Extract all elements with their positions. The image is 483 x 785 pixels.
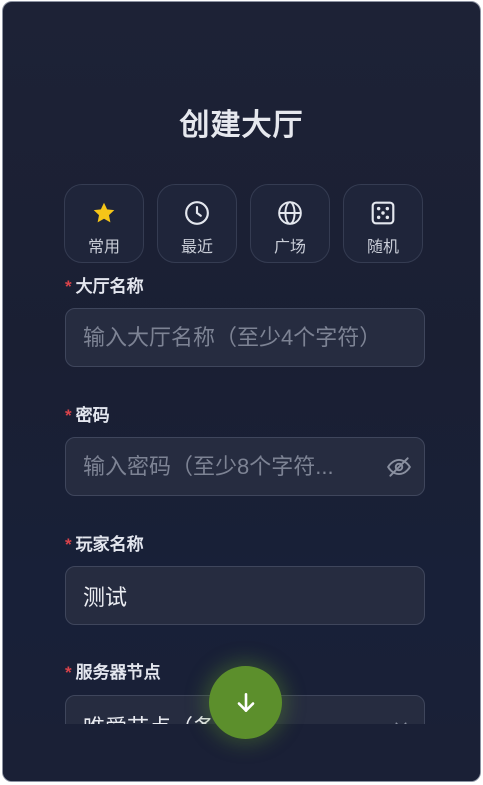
required-mark: * — [65, 406, 72, 425]
password-field[interactable] — [65, 437, 425, 496]
arrow-down-icon — [237, 692, 254, 712]
player-name-field[interactable] — [65, 566, 425, 625]
quick-option-recent[interactable]: 最近 — [157, 184, 237, 263]
quick-option-label: 广场 — [273, 239, 306, 256]
dice-icon — [371, 201, 395, 225]
create-lobby-card: 创建大厅 常用 最近 广场 随机 * 大厅名称 输入大厅名称（至少4个字符） *… — [2, 1, 481, 782]
lobby-name-field[interactable] — [65, 308, 425, 367]
lobby-name-input[interactable] — [83, 309, 383, 366]
password-label: * 密码 — [65, 401, 110, 426]
page-title: 创建大厅 — [179, 109, 304, 142]
globe-icon — [278, 201, 302, 225]
quick-option-label: 随机 — [366, 239, 399, 256]
player-name-label-text: 玩家名称 — [75, 535, 144, 554]
clock-icon — [185, 201, 209, 225]
quick-option-label: 最近 — [180, 239, 213, 256]
quick-option-favorites[interactable]: 常用 — [64, 184, 144, 263]
player-name-input[interactable] — [83, 567, 383, 624]
server-node-label: * 服务器节点 — [65, 658, 161, 683]
quick-option-label: 常用 — [87, 239, 120, 256]
required-mark: * — [65, 277, 72, 296]
player-name-label: * 玩家名称 — [65, 530, 144, 555]
lobby-name-label-text: 大厅名称 — [75, 277, 144, 296]
lobby-name-label: * 大厅名称 — [65, 272, 144, 297]
server-node-label-text: 服务器节点 — [75, 663, 161, 682]
scroll-down-button[interactable] — [209, 666, 282, 739]
required-mark: * — [65, 663, 72, 682]
password-input[interactable] — [83, 438, 373, 495]
required-mark: * — [65, 535, 72, 554]
star-icon — [93, 202, 115, 223]
quick-option-random[interactable]: 随机 — [343, 184, 423, 263]
quick-option-plaza[interactable]: 广场 — [250, 184, 330, 263]
password-label-text: 密码 — [75, 406, 110, 425]
eye-off-icon[interactable] — [386, 454, 412, 480]
